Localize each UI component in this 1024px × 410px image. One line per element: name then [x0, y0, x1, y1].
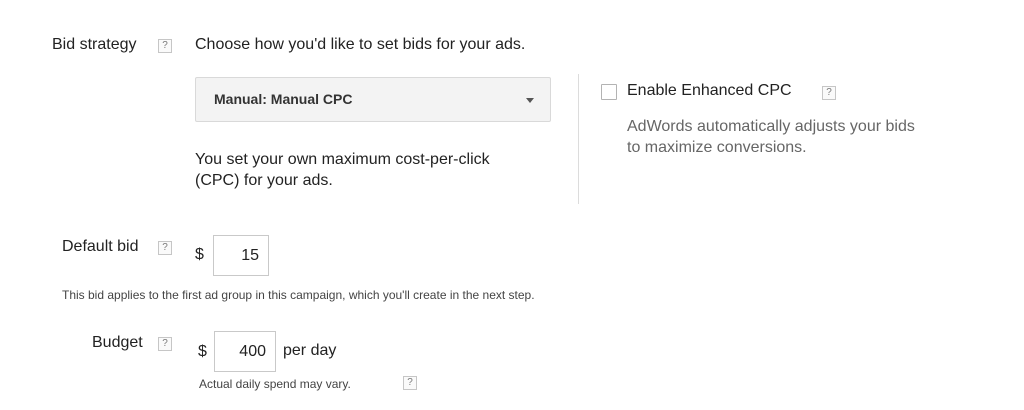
default-bid-help-icon[interactable]: ? — [158, 241, 172, 255]
enhanced-cpc-description-line2: to maximize conversions. — [627, 139, 807, 156]
chevron-down-icon — [526, 98, 534, 103]
budget-note-help-icon[interactable]: ? — [403, 376, 417, 390]
enhanced-cpc-description-line1: AdWords automatically adjusts your bids — [627, 118, 915, 135]
enhanced-cpc-help-icon[interactable]: ? — [822, 86, 836, 100]
default-bid-note: This bid applies to the first ad group i… — [62, 288, 535, 302]
budget-unit: per day — [283, 342, 337, 359]
budget-currency: $ — [198, 343, 207, 360]
default-bid-label: Default bid — [62, 238, 139, 255]
bid-strategy-description: Choose how you'd like to set bids for yo… — [195, 36, 526, 53]
budget-input[interactable]: 400 — [214, 331, 276, 372]
vertical-divider — [578, 74, 579, 204]
enhanced-cpc-label[interactable]: Enable Enhanced CPC — [627, 82, 792, 100]
bid-strategy-selected-value: Manual: Manual CPC — [214, 91, 353, 107]
enhanced-cpc-checkbox[interactable] — [601, 84, 617, 100]
default-bid-input[interactable]: 15 — [213, 235, 269, 276]
budget-label: Budget — [92, 334, 143, 351]
bid-strategy-label: Bid strategy — [52, 36, 137, 53]
bid-strategy-explanation-line2: (CPC) for your ads. — [195, 172, 333, 189]
budget-help-icon[interactable]: ? — [158, 337, 172, 351]
bid-strategy-explanation-line1: You set your own maximum cost-per-click — [195, 151, 490, 168]
bid-strategy-select[interactable]: Manual: Manual CPC — [195, 77, 551, 122]
default-bid-currency: $ — [195, 246, 204, 263]
budget-note: Actual daily spend may vary. — [199, 377, 351, 391]
bid-strategy-help-icon[interactable]: ? — [158, 39, 172, 53]
